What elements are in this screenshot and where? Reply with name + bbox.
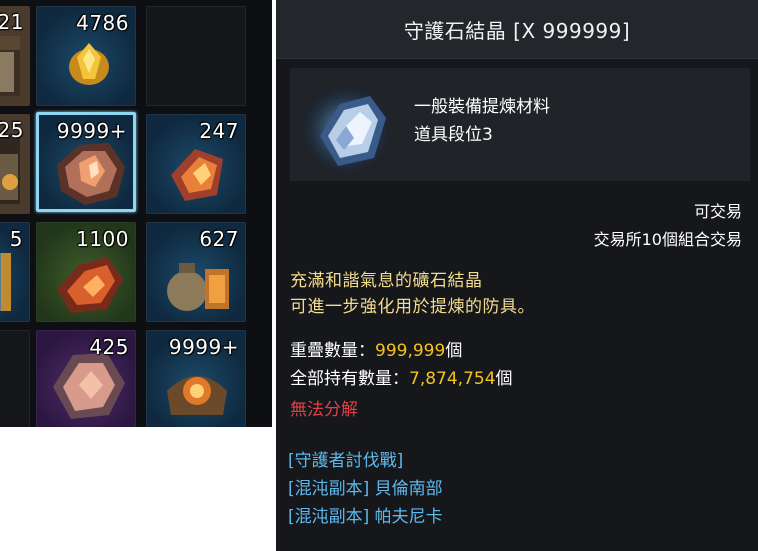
slot-count: 627 (199, 227, 239, 251)
owned-label: 全部持有數量： (290, 369, 409, 389)
owned-quantity: 全部持有數量：7,874,754個 (290, 364, 513, 389)
slot-count: 25 (0, 118, 24, 142)
inventory-slot[interactable]: 21 (0, 6, 30, 106)
inventory-slot-empty[interactable] (0, 330, 30, 427)
stack-quantity: 重疊數量：999,999個 (290, 336, 462, 361)
exchange-info: 交易所10個組合交易 (593, 230, 742, 249)
item-tooltip: 守護石結晶 [X 999999] 一般裝備提煉材料 道具段位3 可交易 交易所1… (276, 0, 758, 551)
slot-count: 5 (9, 227, 23, 251)
slot-count: 1100 (76, 227, 129, 251)
item-description-line: 可進一步強化用於提煉的防具。 (290, 297, 535, 317)
source-link-chaos-dungeon-south-vern[interactable]: [混沌副本] 貝倫南部 (288, 474, 443, 499)
inventory-slot[interactable]: 627 (146, 222, 246, 322)
guardian-stone-crystal-icon (300, 84, 392, 176)
source-link-guardian-raid[interactable]: [守護者討伐戰] (288, 446, 403, 471)
inventory-grid: 21 4786 25 9999+ 247 5 1100 627 425 9999… (0, 0, 272, 427)
slot-count: 247 (199, 119, 239, 143)
trade-status: 可交易 (693, 202, 742, 221)
disassemble-status: 無法分解 (290, 400, 358, 420)
slot-count: 9999+ (56, 119, 127, 143)
item-title: 守護石結晶 [X 999999] (276, 0, 758, 59)
stack-unit: 個 (445, 341, 463, 361)
stack-label: 重疊數量： (290, 341, 375, 361)
owned-value: 7,874,754 (409, 369, 496, 389)
inventory-slot[interactable]: 425 (36, 330, 136, 427)
item-type: 一般裝備提煉材料 (414, 97, 550, 117)
inventory-slot[interactable]: 25 (0, 114, 30, 214)
slot-count: 21 (0, 10, 24, 34)
inventory-slot[interactable]: 9999+ (146, 330, 246, 427)
inventory-slot[interactable]: 1100 (36, 222, 136, 322)
slot-count: 9999+ (168, 335, 239, 359)
inventory-slot[interactable]: 4786 (36, 6, 136, 106)
slot-count: 425 (89, 335, 129, 359)
inventory-slot[interactable]: 5 (0, 222, 30, 322)
slot-count: 4786 (76, 11, 129, 35)
item-tier: 道具段位3 (414, 125, 493, 145)
stack-value: 999,999 (375, 341, 446, 361)
inventory-slot[interactable]: 247 (146, 114, 246, 214)
owned-unit: 個 (495, 369, 513, 389)
inventory-slot-empty[interactable] (146, 6, 246, 106)
item-description-line: 充滿和諧氣息的礦石結晶 (290, 271, 483, 291)
inventory-slot-selected[interactable]: 9999+ (36, 112, 136, 212)
item-header: 一般裝備提煉材料 道具段位3 (290, 68, 750, 181)
source-link-chaos-dungeon-punika[interactable]: [混沌副本] 帕夫尼卡 (288, 502, 443, 527)
